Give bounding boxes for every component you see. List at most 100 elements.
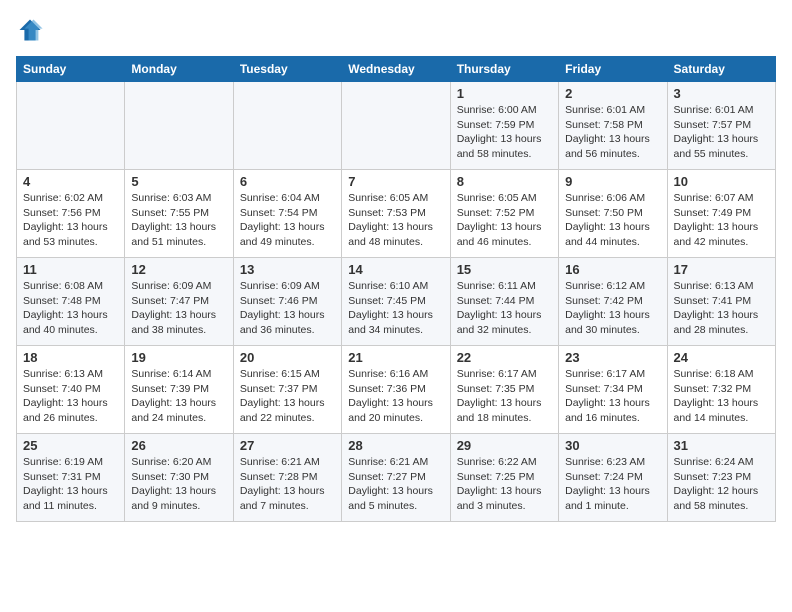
day-info: Sunrise: 6:17 AMSunset: 7:34 PMDaylight:… [565, 367, 660, 426]
column-header-saturday: Saturday [667, 57, 775, 82]
day-info: Sunrise: 6:24 AMSunset: 7:23 PMDaylight:… [674, 455, 769, 514]
day-info: Sunrise: 6:16 AMSunset: 7:36 PMDaylight:… [348, 367, 443, 426]
day-number: 15 [457, 262, 552, 277]
day-number: 12 [131, 262, 226, 277]
day-cell [233, 82, 341, 170]
day-cell: 18 Sunrise: 6:13 AMSunset: 7:40 PMDayligh… [17, 346, 125, 434]
day-cell [125, 82, 233, 170]
day-number: 17 [674, 262, 769, 277]
day-cell: 7Sunrise: 6:05 AMSunset: 7:53 PMDaylight… [342, 170, 450, 258]
day-number: 18 [23, 350, 118, 365]
day-number: 14 [348, 262, 443, 277]
day-number: 10 [674, 174, 769, 189]
day-number: 7 [348, 174, 443, 189]
day-cell: 10 Sunrise: 6:07 AMSunset: 7:49 PMDayligh… [667, 170, 775, 258]
day-info: Sunrise: 6:04 AMSunset: 7:54 PMDaylight:… [240, 191, 335, 250]
day-number: 11 [23, 262, 118, 277]
column-header-wednesday: Wednesday [342, 57, 450, 82]
day-cell: 11 Sunrise: 6:08 AMSunset: 7:48 PMDayligh… [17, 258, 125, 346]
day-cell: 30 Sunrise: 6:23 AMSunset: 7:24 PMDayligh… [559, 434, 667, 522]
day-number: 4 [23, 174, 118, 189]
day-info: Sunrise: 6:20 AMSunset: 7:30 PMDaylight:… [131, 455, 226, 514]
day-info: Sunrise: 6:18 AMSunset: 7:32 PMDaylight:… [674, 367, 769, 426]
day-cell: 19Sunrise: 6:14 AMSunset: 7:39 PMDayligh… [125, 346, 233, 434]
day-number: 5 [131, 174, 226, 189]
day-number: 28 [348, 438, 443, 453]
day-number: 22 [457, 350, 552, 365]
day-cell: 13 Sunrise: 6:09 AMSunset: 7:46 PMDayligh… [233, 258, 341, 346]
day-number: 27 [240, 438, 335, 453]
day-info: Sunrise: 6:13 AMSunset: 7:40 PMDaylight:… [23, 367, 118, 426]
day-info: Sunrise: 6:13 AMSunset: 7:41 PMDaylight:… [674, 279, 769, 338]
day-info: Sunrise: 6:08 AMSunset: 7:48 PMDaylight:… [23, 279, 118, 338]
day-info: Sunrise: 6:09 AMSunset: 7:46 PMDaylight:… [240, 279, 335, 338]
week-row-3: 11 Sunrise: 6:08 AMSunset: 7:48 PMDayligh… [17, 258, 776, 346]
column-header-tuesday: Tuesday [233, 57, 341, 82]
day-cell: 25 Sunrise: 6:19 AMSunset: 7:31 PMDayligh… [17, 434, 125, 522]
day-cell: 5 Sunrise: 6:03 AMSunset: 7:55 PMDaylight… [125, 170, 233, 258]
day-info: Sunrise: 6:10 AMSunset: 7:45 PMDaylight:… [348, 279, 443, 338]
day-cell [17, 82, 125, 170]
day-number: 25 [23, 438, 118, 453]
day-number: 23 [565, 350, 660, 365]
day-number: 30 [565, 438, 660, 453]
day-cell [342, 82, 450, 170]
day-number: 8 [457, 174, 552, 189]
week-row-5: 25 Sunrise: 6:19 AMSunset: 7:31 PMDayligh… [17, 434, 776, 522]
page-header [16, 16, 776, 44]
day-cell: 26 Sunrise: 6:20 AMSunset: 7:30 PMDayligh… [125, 434, 233, 522]
day-info: Sunrise: 6:06 AMSunset: 7:50 PMDaylight:… [565, 191, 660, 250]
logo-icon [16, 16, 44, 44]
day-info: Sunrise: 6:01 AMSunset: 7:57 PMDaylight:… [674, 103, 769, 162]
day-number: 6 [240, 174, 335, 189]
day-info: Sunrise: 6:05 AMSunset: 7:52 PMDaylight:… [457, 191, 552, 250]
day-info: Sunrise: 6:14 AMSunset: 7:39 PMDaylight:… [131, 367, 226, 426]
day-number: 20 [240, 350, 335, 365]
day-number: 21 [348, 350, 443, 365]
day-info: Sunrise: 6:03 AMSunset: 7:55 PMDaylight:… [131, 191, 226, 250]
day-number: 13 [240, 262, 335, 277]
day-cell: 4 Sunrise: 6:02 AMSunset: 7:56 PMDaylight… [17, 170, 125, 258]
day-number: 1 [457, 86, 552, 101]
day-info: Sunrise: 6:00 AMSunset: 7:59 PMDaylight:… [457, 103, 552, 162]
column-header-sunday: Sunday [17, 57, 125, 82]
column-header-friday: Friday [559, 57, 667, 82]
header-row: SundayMondayTuesdayWednesdayThursdayFrid… [17, 57, 776, 82]
day-cell: 22 Sunrise: 6:17 AMSunset: 7:35 PMDayligh… [450, 346, 558, 434]
day-cell: 28 Sunrise: 6:21 AMSunset: 7:27 PMDayligh… [342, 434, 450, 522]
day-cell: 16Sunrise: 6:12 AMSunset: 7:42 PMDayligh… [559, 258, 667, 346]
day-cell: 2 Sunrise: 6:01 AMSunset: 7:58 PMDaylight… [559, 82, 667, 170]
day-info: Sunrise: 6:22 AMSunset: 7:25 PMDaylight:… [457, 455, 552, 514]
day-cell: 9 Sunrise: 6:06 AMSunset: 7:50 PMDaylight… [559, 170, 667, 258]
day-info: Sunrise: 6:23 AMSunset: 7:24 PMDaylight:… [565, 455, 660, 514]
week-row-1: 1 Sunrise: 6:00 AMSunset: 7:59 PMDaylight… [17, 82, 776, 170]
day-cell: 24Sunrise: 6:18 AMSunset: 7:32 PMDayligh… [667, 346, 775, 434]
day-number: 9 [565, 174, 660, 189]
week-row-2: 4 Sunrise: 6:02 AMSunset: 7:56 PMDaylight… [17, 170, 776, 258]
day-cell: 14 Sunrise: 6:10 AMSunset: 7:45 PMDayligh… [342, 258, 450, 346]
day-number: 3 [674, 86, 769, 101]
day-number: 2 [565, 86, 660, 101]
day-cell: 1 Sunrise: 6:00 AMSunset: 7:59 PMDaylight… [450, 82, 558, 170]
day-cell: 8 Sunrise: 6:05 AMSunset: 7:52 PMDaylight… [450, 170, 558, 258]
day-info: Sunrise: 6:01 AMSunset: 7:58 PMDaylight:… [565, 103, 660, 162]
day-cell: 29 Sunrise: 6:22 AMSunset: 7:25 PMDayligh… [450, 434, 558, 522]
day-cell: 12 Sunrise: 6:09 AMSunset: 7:47 PMDayligh… [125, 258, 233, 346]
day-cell: 20Sunrise: 6:15 AMSunset: 7:37 PMDayligh… [233, 346, 341, 434]
day-info: Sunrise: 6:21 AMSunset: 7:28 PMDaylight:… [240, 455, 335, 514]
day-info: Sunrise: 6:09 AMSunset: 7:47 PMDaylight:… [131, 279, 226, 338]
day-cell: 23 Sunrise: 6:17 AMSunset: 7:34 PMDayligh… [559, 346, 667, 434]
day-info: Sunrise: 6:19 AMSunset: 7:31 PMDaylight:… [23, 455, 118, 514]
day-info: Sunrise: 6:21 AMSunset: 7:27 PMDaylight:… [348, 455, 443, 514]
day-cell: 15Sunrise: 6:11 AMSunset: 7:44 PMDayligh… [450, 258, 558, 346]
column-header-thursday: Thursday [450, 57, 558, 82]
day-cell: 6 Sunrise: 6:04 AMSunset: 7:54 PMDaylight… [233, 170, 341, 258]
day-info: Sunrise: 6:02 AMSunset: 7:56 PMDaylight:… [23, 191, 118, 250]
day-info: Sunrise: 6:12 AMSunset: 7:42 PMDaylight:… [565, 279, 660, 338]
week-row-4: 18 Sunrise: 6:13 AMSunset: 7:40 PMDayligh… [17, 346, 776, 434]
day-info: Sunrise: 6:07 AMSunset: 7:49 PMDaylight:… [674, 191, 769, 250]
day-number: 29 [457, 438, 552, 453]
day-number: 26 [131, 438, 226, 453]
column-header-monday: Monday [125, 57, 233, 82]
day-info: Sunrise: 6:17 AMSunset: 7:35 PMDaylight:… [457, 367, 552, 426]
